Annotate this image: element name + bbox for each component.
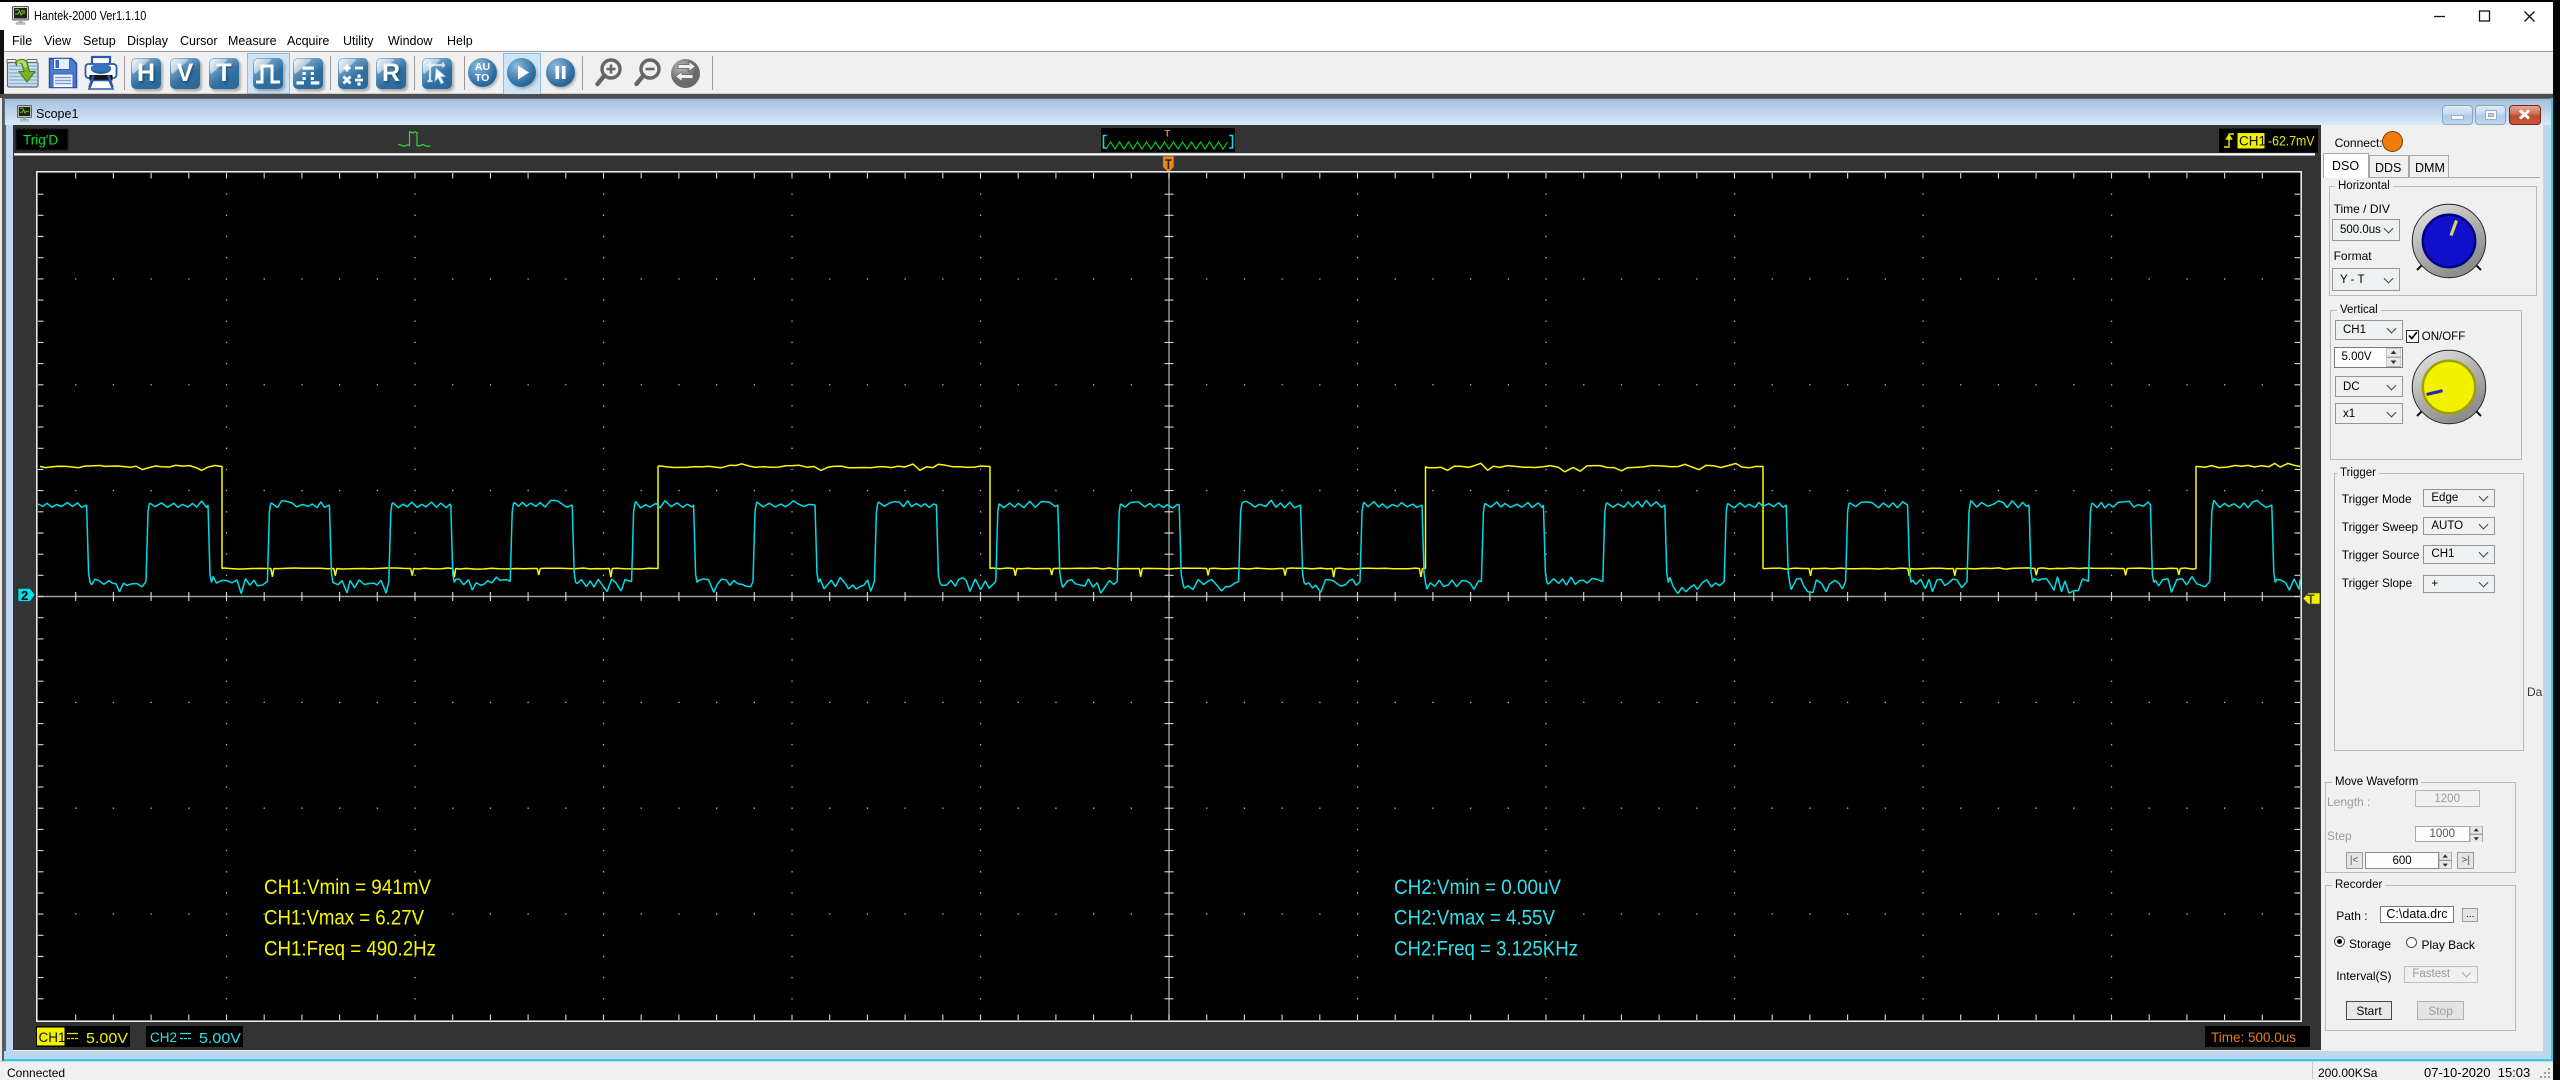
svg-text:CH2: CH2 (150, 1030, 177, 1045)
svg-text:CH2:Vmin = 0.00uV: CH2:Vmin = 0.00uV (1394, 876, 1561, 899)
svg-text:5.00V: 5.00V (86, 1030, 128, 1047)
svg-text:CH2:Freq = 3.125KHz: CH2:Freq = 3.125KHz (1394, 938, 1578, 961)
svg-text:CH1:Vmin = 941mV: CH1:Vmin = 941mV (264, 876, 431, 899)
svg-text:-62.7mV: -62.7mV (2268, 133, 2315, 149)
svg-text:CH2:Vmax = 4.55V: CH2:Vmax = 4.55V (1394, 907, 1555, 930)
svg-text:CH1:Freq = 490.2Hz: CH1:Freq = 490.2Hz (264, 938, 436, 961)
svg-text:T: T (1165, 129, 1171, 140)
svg-text:Trig'D: Trig'D (23, 133, 58, 148)
svg-text:Time: 500.0us: Time: 500.0us (2211, 1030, 2296, 1045)
svg-text:CH1: CH1 (2239, 134, 2266, 149)
svg-text:T: T (2307, 592, 2315, 606)
svg-text:5.00V: 5.00V (199, 1030, 241, 1047)
svg-text:CH1: CH1 (39, 1030, 66, 1045)
svg-text:2: 2 (21, 588, 28, 603)
svg-text:CH1:Vmax = 6.27V: CH1:Vmax = 6.27V (264, 907, 424, 930)
